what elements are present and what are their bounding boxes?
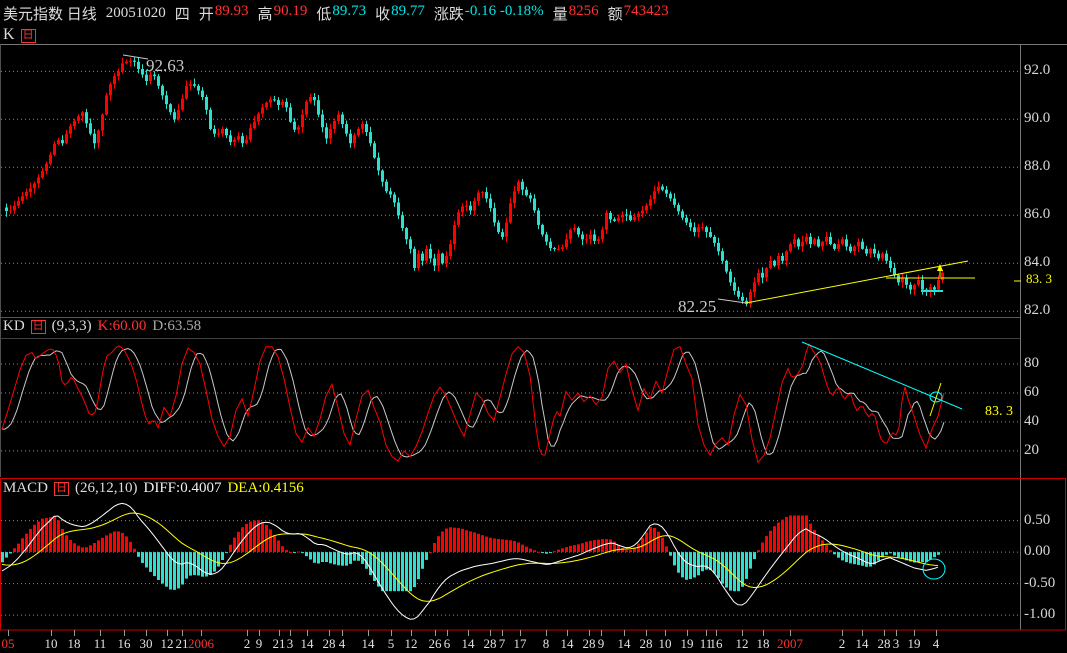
gridlines xyxy=(1,70,1019,312)
main-panel-title: K xyxy=(3,26,15,43)
info-field-量: 量 8256 xyxy=(553,3,599,24)
y-axis-label: -1.00 xyxy=(1024,606,1056,623)
info-field-label: 开 xyxy=(198,6,214,23)
info-field-label: 收 xyxy=(375,6,391,23)
macd xyxy=(1,502,940,620)
y-axis-label: 84.0 xyxy=(1024,254,1051,271)
kd-k-line xyxy=(1,342,945,464)
y-axis-label: 88.0 xyxy=(1024,158,1051,175)
y-axis-label: 0.50 xyxy=(1024,511,1051,528)
main-panel-header: K 日 xyxy=(3,26,36,44)
annotation-label: 82.25 xyxy=(678,297,717,316)
info-field-label: 量 xyxy=(552,6,568,23)
y-axis-label: 82.0 xyxy=(1024,302,1051,319)
annotations xyxy=(801,341,963,417)
date-label: 4 xyxy=(932,636,940,651)
macd-dea-value: DEA:0.4156 xyxy=(227,480,304,496)
date-label: 05 xyxy=(1,636,15,651)
date-label: 2006 xyxy=(188,636,214,651)
info-field-高: 高 90.19 xyxy=(258,3,308,24)
price-marker-label: 83. 3 xyxy=(1026,271,1052,287)
kd-panel-header: KD 日 (9,3,3) K:60.00 D:63.58 xyxy=(3,318,201,335)
chart-app-window: { "window": {"width": 1067, "height": 65… xyxy=(0,0,1067,653)
arrow-head-icon xyxy=(937,264,943,271)
info-field-收: 收 89.77 xyxy=(375,3,425,24)
annotations xyxy=(122,54,975,304)
macd-panel-header: MACD 日 (26,12,10) DIFF:0.4007 DEA:0.4156 xyxy=(3,480,304,497)
info-field-label: 高 xyxy=(257,6,273,23)
y-axis-label: 40 xyxy=(1024,412,1039,429)
date-label: 2007 xyxy=(777,636,803,651)
candles xyxy=(5,56,944,308)
kd-k-value: K:60.00 xyxy=(97,318,147,334)
uptrend-line[interactable] xyxy=(745,260,969,304)
info-field-label: 涨跌 xyxy=(433,6,464,23)
panel-borders xyxy=(0,44,1067,631)
peak-marker-line[interactable] xyxy=(122,54,149,60)
info-field-value: 743423 xyxy=(623,2,669,19)
y-axis-label: 80 xyxy=(1024,355,1039,372)
info-field-value: 8256 xyxy=(568,2,599,19)
info-field-涨跌: 涨跌 -0.16 -0.18% xyxy=(434,3,544,24)
annotation-label: 83. 3 xyxy=(985,404,1013,419)
y-axis-label: 90.0 xyxy=(1024,110,1051,127)
info-bar: 美元指数 日线 20051020 四 开 89.93 高 90.19 低 89.73 收 89… xyxy=(3,3,669,23)
annotation-label: 92.63 xyxy=(146,56,185,75)
y-axis-label: 86.0 xyxy=(1024,206,1051,223)
macd-panel-title: MACD xyxy=(3,480,49,496)
info-field-value: 89.77 xyxy=(391,2,425,19)
quote-fields: 开 89.93 高 90.19 低 89.73 收 89.77 涨跌 -0.16 -0.18% 量 8… xyxy=(199,3,669,24)
kd-d-value: D:63.58 xyxy=(152,318,202,334)
quote-date: 20051020 xyxy=(105,4,166,21)
macd-diff-value: DIFF:0.4007 xyxy=(143,480,222,496)
info-field-value: -0.16 -0.18% xyxy=(464,2,544,19)
instrument-title: 美元指数 日线 xyxy=(3,6,97,23)
period-badge-kd[interactable]: 日 xyxy=(30,320,46,334)
kd-downtrend-line[interactable] xyxy=(801,341,963,410)
info-field-value: 89.73 xyxy=(332,2,367,19)
info-field-额: 额 743423 xyxy=(608,3,669,24)
info-field-label: 低 xyxy=(316,6,332,23)
info-field-低: 低 89.73 xyxy=(316,3,366,24)
info-field-开: 开 89.93 xyxy=(199,3,249,24)
kd-panel-title: KD xyxy=(3,318,25,334)
info-field-value: 90.19 xyxy=(273,2,308,19)
kd-params: (9,3,3) xyxy=(51,318,92,334)
kd-lines xyxy=(1,342,945,464)
period-badge-macd[interactable]: 日 xyxy=(54,482,70,496)
quote-weekday: 四 xyxy=(174,6,190,23)
macd-params: (26,12,10) xyxy=(75,480,138,496)
y-axis-label: 92.0 xyxy=(1024,62,1051,79)
y-axis-label: 0.00 xyxy=(1024,543,1051,560)
y-axis-label: 20 xyxy=(1024,441,1039,458)
info-field-label: 额 xyxy=(607,6,623,23)
info-field-value: 89.93 xyxy=(214,2,249,19)
period-badge-main[interactable]: 日 xyxy=(20,28,36,43)
y-axis-label: -0.50 xyxy=(1024,574,1056,591)
gridlines xyxy=(1,363,1019,452)
y-axis-label: 60 xyxy=(1024,383,1039,400)
